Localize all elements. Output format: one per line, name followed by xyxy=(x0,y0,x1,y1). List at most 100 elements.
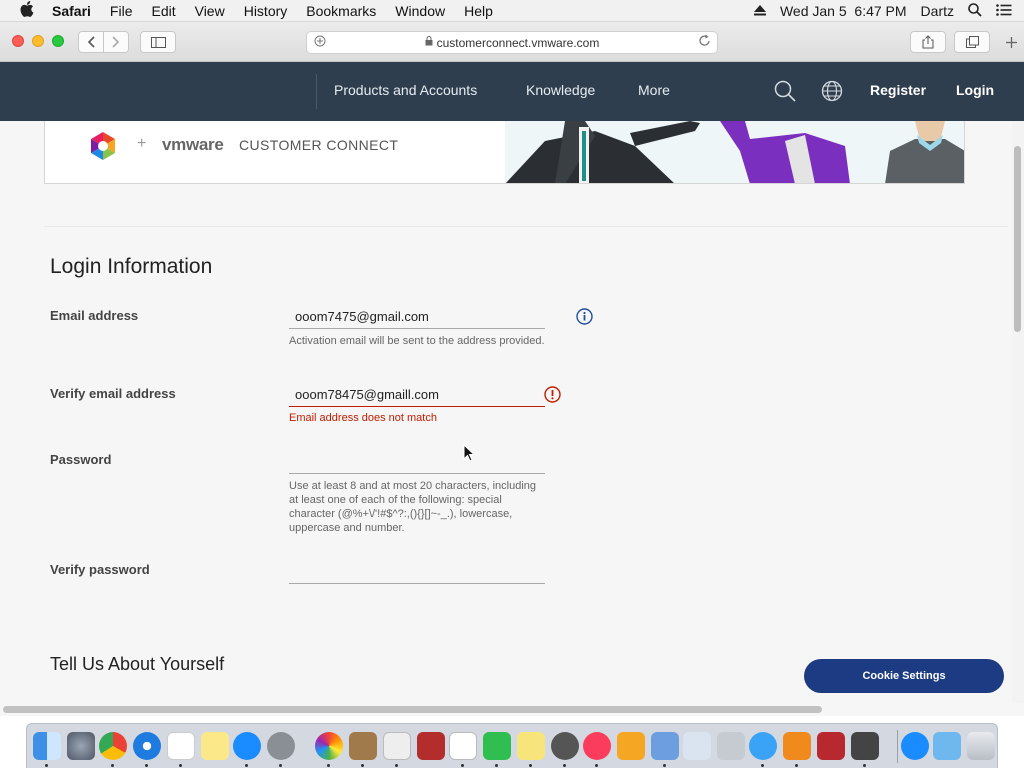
forward-button[interactable] xyxy=(104,31,129,53)
utilities-dock-icon[interactable] xyxy=(717,732,745,760)
stickies-dock-icon[interactable] xyxy=(517,732,545,760)
page-content: + vmware CUSTOMER CONNECT Login Informat… xyxy=(0,121,1012,703)
horizontal-scrollbar[interactable] xyxy=(0,703,1024,716)
eject-icon[interactable] xyxy=(753,3,766,19)
tabs-icon xyxy=(965,36,979,48)
error-alert-icon xyxy=(544,386,561,408)
window-zoom-button[interactable] xyxy=(52,35,64,47)
menu-app-name[interactable]: Safari xyxy=(52,3,91,19)
nav-more[interactable]: More xyxy=(638,82,670,98)
customer-connect-wordmark: CUSTOMER CONNECT xyxy=(239,137,399,153)
messages-dock-icon[interactable] xyxy=(749,732,777,760)
share-button[interactable] xyxy=(910,31,946,53)
dock-running-indicator xyxy=(761,764,764,767)
photos-dock-icon[interactable] xyxy=(315,732,343,760)
dock-running-indicator xyxy=(145,764,148,767)
window-close-button[interactable] xyxy=(12,35,24,47)
safari-dock-icon[interactable] xyxy=(133,732,161,760)
dock-running-indicator xyxy=(111,764,114,767)
notes-dock-icon[interactable] xyxy=(201,732,229,760)
brand-banner: + vmware CUSTOMER CONNECT xyxy=(44,121,965,184)
image-capture-dock-icon[interactable] xyxy=(683,732,711,760)
banner-people-illustration xyxy=(505,121,964,183)
launchpad-dock-icon[interactable] xyxy=(67,732,95,760)
dock-running-indicator xyxy=(279,764,282,767)
info-icon[interactable] xyxy=(576,308,593,330)
register-link[interactable]: Register xyxy=(870,82,926,98)
cookie-settings-button[interactable]: Cookie Settings xyxy=(804,659,1004,693)
login-link[interactable]: Login xyxy=(956,82,994,98)
screenshot-dock-icon[interactable] xyxy=(551,732,579,760)
apple-menu-icon[interactable] xyxy=(20,0,36,21)
header-divider xyxy=(316,74,317,109)
dictionary-dock-icon[interactable] xyxy=(417,732,445,760)
photo-booth-dock-icon[interactable] xyxy=(817,732,845,760)
menu-window[interactable]: Window xyxy=(395,3,445,19)
menu-view[interactable]: View xyxy=(195,3,225,19)
nav-products-and-accounts[interactable]: Products and Accounts xyxy=(334,82,477,98)
chrome-dock-icon[interactable] xyxy=(99,732,127,760)
contacts-dock-icon[interactable] xyxy=(349,732,377,760)
dock-running-indicator xyxy=(495,764,498,767)
calendar-dock-icon[interactable] xyxy=(167,732,195,760)
share-icon xyxy=(922,35,934,49)
menu-bookmarks[interactable]: Bookmarks xyxy=(306,3,376,19)
control-center-list-icon[interactable] xyxy=(996,3,1012,19)
menu-edit[interactable]: Edit xyxy=(151,3,175,19)
dock-running-indicator xyxy=(795,764,798,767)
site-header: Products and Accounts Knowledge More Reg… xyxy=(0,62,1024,121)
dock-running-indicator xyxy=(863,764,866,767)
finder-dock-icon[interactable] xyxy=(33,732,61,760)
window-minimize-button[interactable] xyxy=(32,35,44,47)
horizontal-scrollbar-thumb[interactable] xyxy=(3,706,822,713)
macos-dock xyxy=(26,723,998,768)
vertical-scrollbar[interactable] xyxy=(1012,121,1024,703)
tell-us-about-yourself-title: Tell Us About Yourself xyxy=(50,654,225,674)
system-preferences-dock-icon[interactable] xyxy=(267,732,295,760)
address-url: customerconnect.vmware.com xyxy=(436,35,600,50)
books-dock-icon[interactable] xyxy=(783,732,811,760)
menu-file[interactable]: File xyxy=(110,3,133,19)
menu-user[interactable]: Dartz xyxy=(921,3,954,19)
vertical-scrollbar-thumb[interactable] xyxy=(1014,146,1021,332)
new-tab-button[interactable] xyxy=(1002,32,1020,52)
dock-running-indicator xyxy=(179,764,182,767)
menu-clock[interactable]: Wed Jan 5 6:47 PM xyxy=(780,3,907,19)
downloads-app-store-dock-icon[interactable] xyxy=(901,732,929,760)
script-editor-dock-icon[interactable] xyxy=(851,732,879,760)
verify-email-label: Verify email address xyxy=(50,386,176,401)
browser-toolbar: customerconnect.vmware.com xyxy=(0,22,1024,62)
chevron-left-icon xyxy=(87,36,95,48)
nav-knowledge[interactable]: Knowledge xyxy=(526,82,595,98)
search-icon[interactable] xyxy=(774,80,796,107)
menu-help[interactable]: Help xyxy=(464,3,493,19)
back-button[interactable] xyxy=(78,31,104,53)
dock-running-indicator xyxy=(45,764,48,767)
email-input[interactable] xyxy=(289,305,545,329)
music-dock-icon[interactable] xyxy=(583,732,611,760)
spotlight-search-icon[interactable] xyxy=(968,2,982,20)
facetime-dock-icon[interactable] xyxy=(483,732,511,760)
password-input[interactable] xyxy=(289,450,545,474)
downloads-folder-dock-icon[interactable] xyxy=(933,732,961,760)
verify-password-input[interactable] xyxy=(289,560,545,584)
reload-icon[interactable] xyxy=(699,34,711,50)
trash-dock-icon[interactable] xyxy=(967,732,995,760)
address-bar[interactable]: customerconnect.vmware.com xyxy=(306,31,718,54)
lock-icon xyxy=(425,36,433,49)
menu-history[interactable]: History xyxy=(244,3,288,19)
app-store-dock-icon[interactable] xyxy=(233,732,261,760)
reminders-dock-icon[interactable] xyxy=(449,732,477,760)
home-dock-icon[interactable] xyxy=(617,732,645,760)
reader-icon[interactable] xyxy=(314,35,326,50)
sidebar-toggle-button[interactable] xyxy=(140,31,176,53)
login-information-title: Login Information xyxy=(50,255,213,278)
email-label: Email address xyxy=(50,308,139,323)
textedit-dock-icon[interactable] xyxy=(383,732,411,760)
verify-email-input[interactable] xyxy=(289,383,545,407)
globe-language-icon[interactable] xyxy=(821,80,843,107)
preview-dock-icon[interactable] xyxy=(651,732,679,760)
dock-running-indicator xyxy=(395,764,398,767)
password-label: Password xyxy=(50,452,112,467)
tabs-overview-button[interactable] xyxy=(954,31,990,53)
